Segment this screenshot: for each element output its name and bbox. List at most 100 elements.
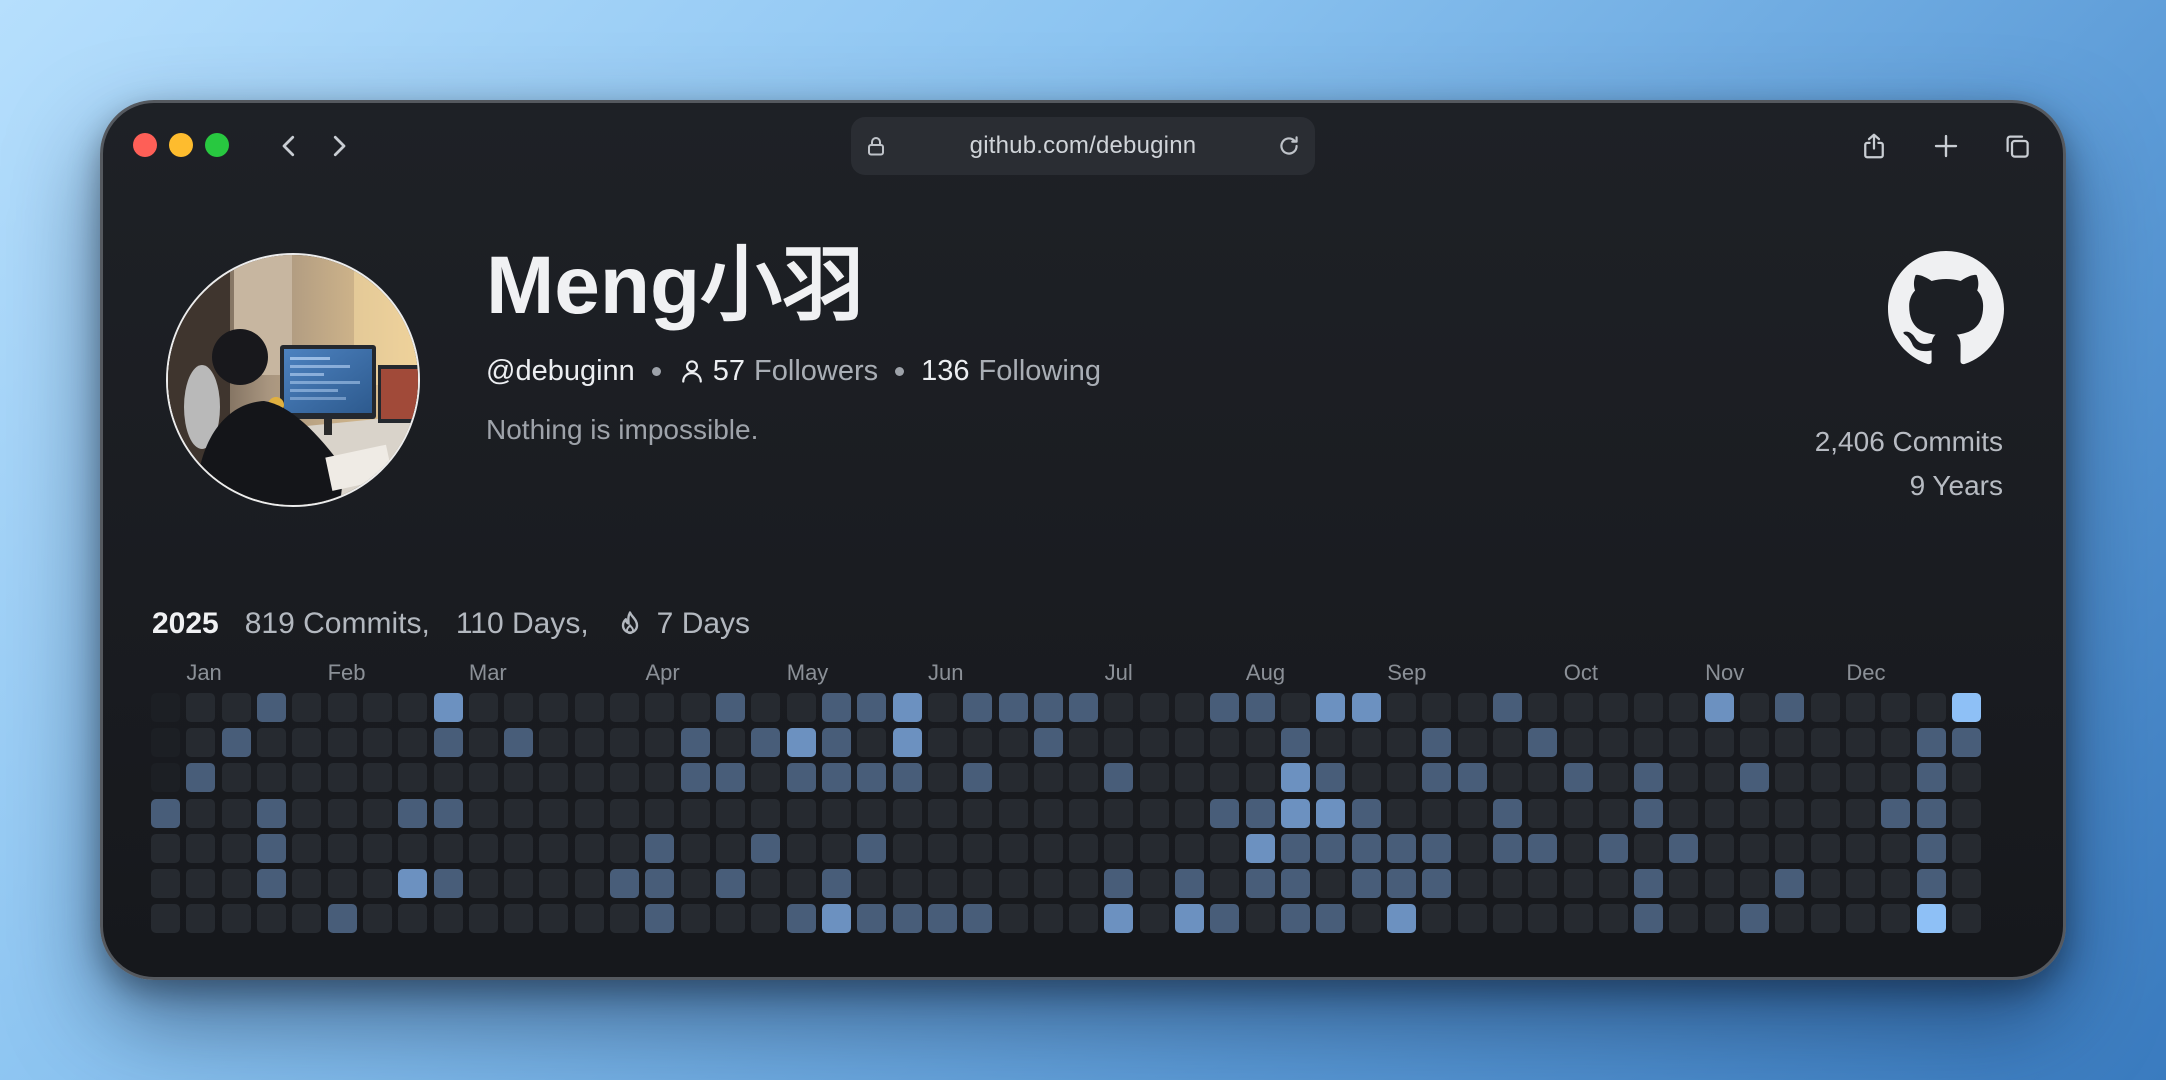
contribution-cell: [1139, 763, 1169, 793]
contribution-cell: [1175, 763, 1205, 793]
contribution-cell: [1563, 904, 1593, 934]
contribution-cell: [892, 833, 922, 863]
contribution-cell: [645, 728, 675, 758]
month-label: Dec: [1846, 660, 1886, 685]
contribution-cell: [1210, 868, 1240, 898]
contribution-heatmap: [151, 693, 1981, 934]
contribution-cell: [433, 833, 463, 863]
contribution-cell: [1422, 728, 1452, 758]
contribution-cell: [963, 904, 993, 934]
close-window-button[interactable]: [133, 133, 157, 157]
tabs-overview-button[interactable]: [1999, 128, 2035, 164]
share-button[interactable]: [1856, 128, 1892, 164]
followers-label[interactable]: Followers: [754, 355, 878, 388]
total-commits: 2,406 Commits: [1814, 426, 2003, 457]
contribution-cell: [751, 763, 781, 793]
contribution-cell: [1740, 868, 1770, 898]
following-label[interactable]: Following: [979, 355, 1102, 388]
contribution-cell: [1281, 904, 1310, 934]
contribution-cell: [821, 728, 851, 758]
contribution-cell: [292, 693, 322, 722]
following-count[interactable]: 136: [921, 355, 969, 388]
contribution-cell: [539, 798, 569, 828]
minimize-window-button[interactable]: [169, 133, 193, 157]
contribution-cell: [1422, 763, 1452, 793]
month-label: Jun: [928, 660, 964, 685]
contribution-cell: [151, 904, 180, 934]
forward-button[interactable]: [321, 128, 357, 164]
contribution-cell: [998, 868, 1028, 898]
contribution-cell: [1634, 693, 1664, 722]
contribution-cell: [1210, 728, 1240, 758]
zoom-window-button[interactable]: [205, 133, 229, 157]
contribution-cell: [574, 904, 604, 934]
contribution-cell: [1846, 833, 1875, 863]
avatar-person: [212, 329, 268, 385]
contribution-cell: [1598, 798, 1628, 828]
contribution-cell: [610, 728, 640, 758]
contribution-cell: [1492, 763, 1522, 793]
contribution-cell: [645, 798, 675, 828]
contribution-cell: [1386, 904, 1416, 934]
contribution-cell: [1139, 693, 1169, 722]
contribution-cell: [1951, 763, 1981, 793]
contribution-cell: [574, 798, 604, 828]
contribution-cell: [1281, 868, 1310, 898]
contribution-cell: [1069, 833, 1099, 863]
contribution-cell: [786, 763, 816, 793]
contribution-cell: [963, 868, 993, 898]
contribution-cell: [539, 763, 569, 793]
contribution-cell: [1457, 868, 1487, 898]
contribution-cell: [1139, 904, 1169, 934]
month-label: Oct: [1563, 660, 1599, 685]
contribution-cell: [1386, 798, 1416, 828]
contribution-cell: [256, 798, 286, 828]
contribution-cell: [1210, 798, 1240, 828]
person-icon: [681, 360, 702, 383]
contribution-cell: [1210, 904, 1240, 934]
contribution-cell: [716, 798, 745, 828]
contribution-cell: [1740, 728, 1770, 758]
contribution-cell: [1457, 833, 1487, 863]
new-tab-button[interactable]: [1928, 128, 1964, 164]
contribution-cell: [539, 833, 569, 863]
followers-count[interactable]: 57: [713, 355, 745, 388]
contribution-cell: [1951, 868, 1981, 898]
contribution-cell: [574, 868, 604, 898]
month-label: Aug: [1245, 660, 1286, 685]
contribution-cell: [645, 904, 675, 934]
lock-icon[interactable]: [864, 134, 888, 158]
contribution-cell: [1245, 728, 1275, 758]
avatar-photo: [168, 255, 418, 505]
contribution-cell: [1175, 868, 1205, 898]
contribution-cell: [1810, 693, 1840, 722]
contribution-cell: [1634, 728, 1664, 758]
profile-handle[interactable]: @debuginn: [486, 355, 635, 388]
contribution-cell: [1846, 868, 1875, 898]
back-button[interactable]: [271, 128, 307, 164]
contribution-cell: [1245, 763, 1275, 793]
contribution-cell: [398, 693, 428, 722]
month-label: Jul: [1104, 660, 1133, 685]
contribution-cell: [1634, 798, 1664, 828]
contribution-cell: [786, 868, 816, 898]
address-bar[interactable]: github.com/debuginn: [851, 117, 1315, 175]
contribution-cell: [680, 904, 710, 934]
contribution-cell: [1669, 763, 1699, 793]
reload-icon[interactable]: [1276, 133, 1302, 159]
contribution-cell: [539, 728, 569, 758]
contribution-cell: [1775, 833, 1805, 863]
contribution-cell: [1316, 693, 1346, 722]
contribution-cell: [1563, 868, 1593, 898]
contribution-cell: [574, 693, 604, 722]
year-commits: 819 Commits,: [244, 607, 430, 640]
url-text[interactable]: github.com/debuginn: [901, 117, 1265, 175]
contribution-cell: [998, 798, 1028, 828]
contribution-cell: [751, 833, 781, 863]
contribution-cell: [221, 868, 251, 898]
contribution-cell: [1775, 868, 1805, 898]
github-logo-icon: [1888, 251, 2004, 365]
contribution-cell: [151, 693, 180, 722]
contribution-cell: [998, 693, 1028, 722]
contribution-cell: [1810, 904, 1840, 934]
